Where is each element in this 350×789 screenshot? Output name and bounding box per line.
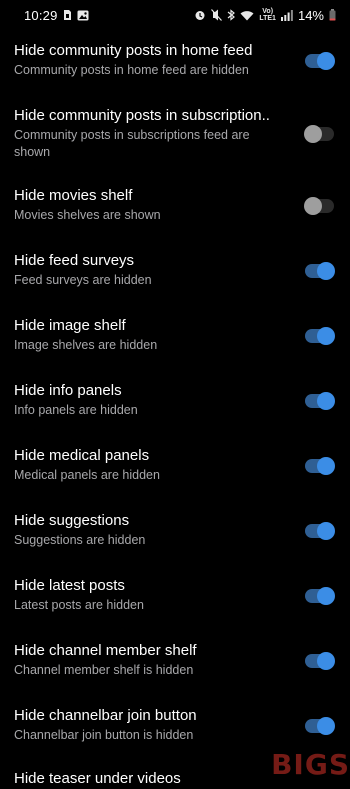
battery-percentage: 14% xyxy=(297,7,324,23)
toggle-knob xyxy=(317,587,335,605)
toggle-switch[interactable] xyxy=(304,197,334,215)
setting-row[interactable]: Hide community posts in subscription.. Co… xyxy=(0,95,350,175)
gallery-icon xyxy=(77,10,89,21)
partial-setting-title[interactable]: Hide teaser under videos xyxy=(14,769,181,789)
bluetooth-icon xyxy=(227,9,236,21)
alarm-icon xyxy=(194,9,206,21)
toggle-knob xyxy=(317,457,335,475)
volte-label: Vo) xyxy=(262,8,274,15)
setting-title: Hide image shelf xyxy=(14,317,126,334)
toggle-switch[interactable] xyxy=(305,652,335,670)
status-bar-right: Vo) LTE1 14% xyxy=(194,8,336,23)
status-bar-left: 10:29 xyxy=(24,8,89,23)
setting-title: Hide feed surveys xyxy=(14,252,135,269)
mute-icon xyxy=(211,9,223,21)
toggle-knob xyxy=(317,52,335,70)
wifi-icon xyxy=(240,10,254,21)
toggle-knob xyxy=(317,717,335,735)
signal-icon xyxy=(280,9,293,21)
setting-title: Hide channel member shelf xyxy=(14,642,197,659)
setting-title: Hide community posts in subscription.. xyxy=(14,107,270,124)
setting-row[interactable]: Hide feed surveys Feed surveys are hidden xyxy=(0,240,350,305)
setting-summary: Info panels are hidden xyxy=(14,403,138,417)
toggle-knob xyxy=(304,197,322,215)
setting-row[interactable]: Hide medical panels Medical panels are hi… xyxy=(0,435,350,500)
setting-summary: Channelbar join button is hidden xyxy=(14,728,194,742)
setting-summary: Community posts in home feed are hidden xyxy=(14,63,249,77)
watermark-logo: BIGS xyxy=(271,748,350,781)
battery-icon xyxy=(329,9,336,21)
toggle-knob xyxy=(304,125,322,143)
setting-summary: Medical panels are hidden xyxy=(14,468,160,482)
toggle-switch[interactable] xyxy=(305,392,335,410)
toggle-knob xyxy=(317,652,335,670)
setting-row[interactable]: Hide latest posts Latest posts are hidden xyxy=(0,565,350,630)
setting-row[interactable]: Hide movies shelf Movies shelves are show… xyxy=(0,175,350,240)
setting-summary: Channel member shelf is hidden xyxy=(14,663,194,677)
setting-title: Hide movies shelf xyxy=(14,187,133,204)
setting-summary: Community posts in subscriptions feed ar… xyxy=(14,128,250,159)
settings-list: Hide community posts in home feed Communi… xyxy=(0,30,350,760)
toggle-switch[interactable] xyxy=(305,327,335,345)
setting-row[interactable]: Hide suggestions Suggestions are hidden xyxy=(0,500,350,565)
setting-title: Hide medical panels xyxy=(14,447,150,464)
setting-title: Hide latest posts xyxy=(14,577,125,594)
lte-label: LTE1 xyxy=(259,15,276,22)
setting-row[interactable]: Hide info panels Info panels are hidden xyxy=(0,370,350,435)
setting-title: Hide channelbar join button xyxy=(14,707,197,724)
toggle-switch[interactable] xyxy=(305,457,335,475)
toggle-knob xyxy=(317,522,335,540)
status-bar: 10:29 Vo) LTE1 14% xyxy=(0,0,350,30)
setting-row[interactable]: Hide community posts in home feed Communi… xyxy=(0,30,350,95)
toggle-switch[interactable] xyxy=(305,522,335,540)
toggle-knob xyxy=(317,327,335,345)
toggle-switch[interactable] xyxy=(305,717,335,735)
setting-summary: Suggestions are hidden xyxy=(14,533,146,547)
network-type-label: Vo) LTE1 xyxy=(259,8,276,22)
clock: 10:29 xyxy=(24,7,58,23)
sim-icon xyxy=(63,9,72,21)
setting-title: Hide suggestions xyxy=(14,512,130,529)
setting-row[interactable]: Hide channel member shelf Channel member … xyxy=(0,630,350,695)
setting-summary: Latest posts are hidden xyxy=(14,598,144,612)
toggle-switch[interactable] xyxy=(305,262,335,280)
setting-summary: Movies shelves are shown xyxy=(14,208,161,222)
setting-row[interactable]: Hide image shelf Image shelves are hidden xyxy=(0,305,350,370)
setting-title: Hide info panels xyxy=(14,382,122,399)
toggle-switch[interactable] xyxy=(305,52,335,70)
setting-summary: Feed surveys are hidden xyxy=(14,273,152,287)
setting-summary: Image shelves are hidden xyxy=(14,338,158,352)
toggle-knob xyxy=(317,262,335,280)
toggle-knob xyxy=(317,392,335,410)
toggle-switch[interactable] xyxy=(305,587,335,605)
toggle-switch[interactable] xyxy=(304,125,334,143)
setting-title: Hide community posts in home feed xyxy=(14,42,253,59)
